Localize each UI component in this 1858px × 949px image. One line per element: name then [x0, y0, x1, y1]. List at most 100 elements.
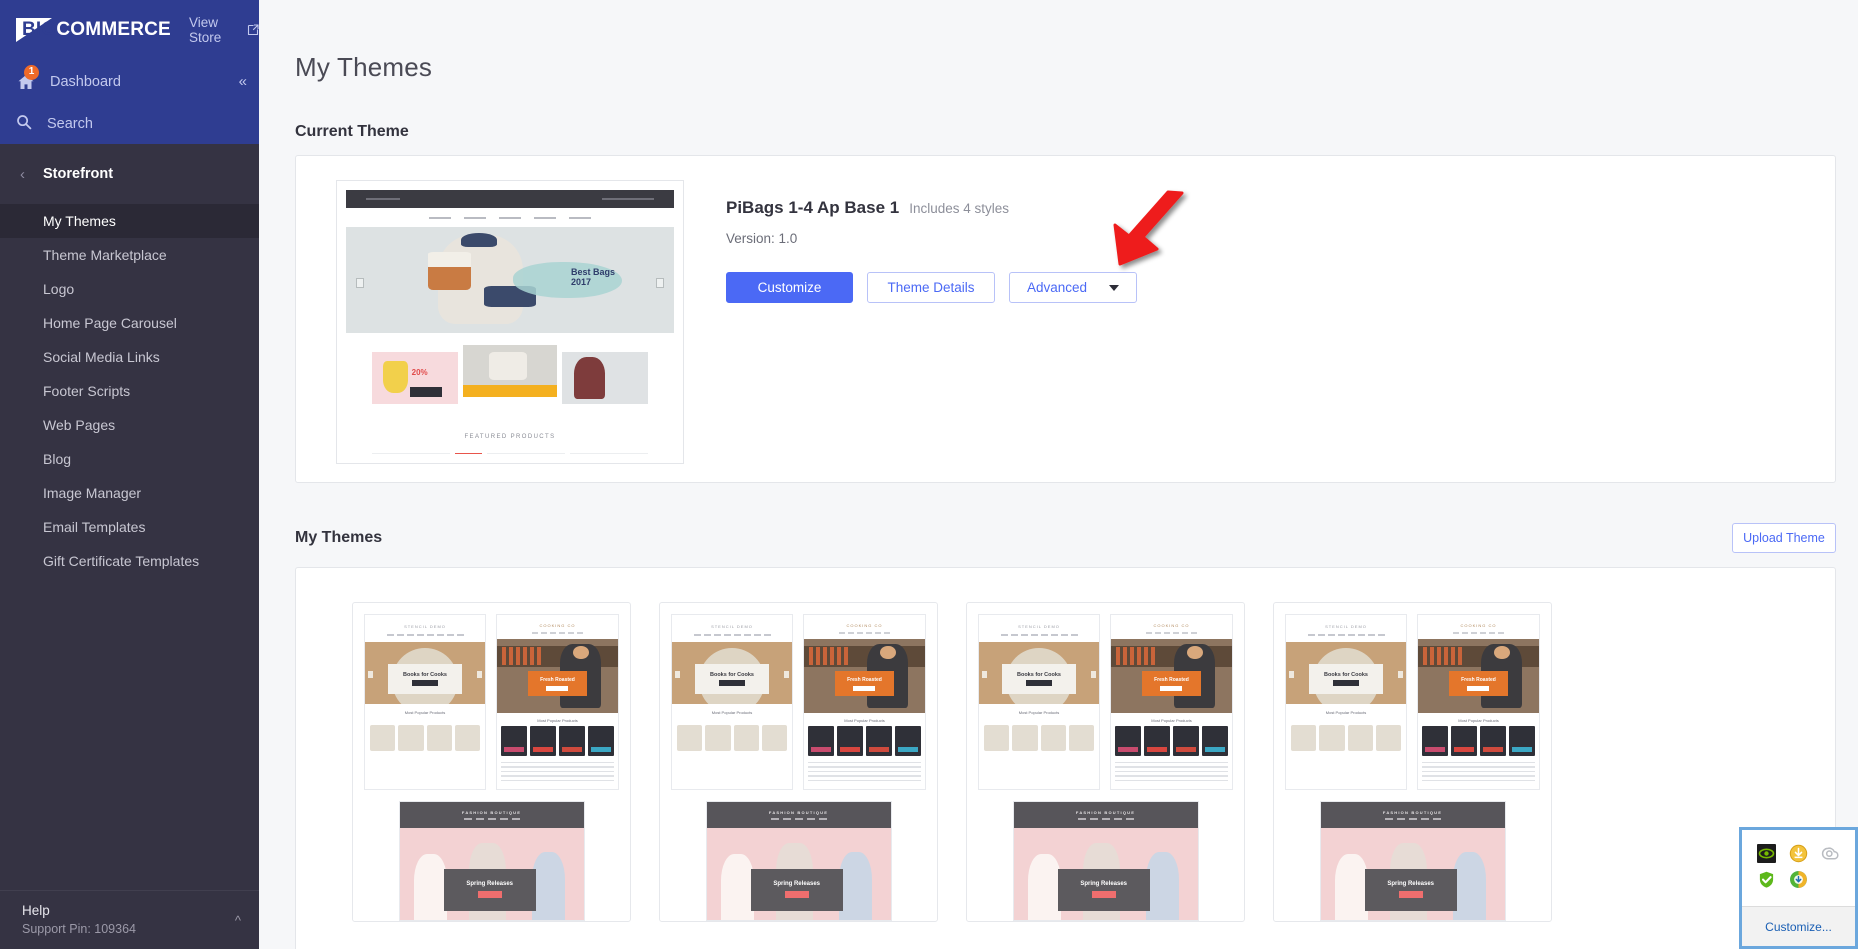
- sidebar-item-footer-scripts[interactable]: Footer Scripts: [0, 374, 259, 408]
- theme-mini-preview-cooks[interactable]: STENCIL DEMO Books for Cooks Most Popular …: [671, 614, 793, 790]
- mini-hero-2: Fresh Roasted: [804, 638, 925, 713]
- storefront-title: Storefront: [43, 166, 114, 182]
- theme-cell[interactable]: STENCIL DEMO Books for Cooks Most Popular …: [659, 602, 938, 922]
- preview-featured-item: [372, 452, 450, 454]
- mini-hero-card: Books for Cooks: [388, 663, 462, 694]
- theme-mini-preview-fashion[interactable]: FASHION BOUTIQUE Spring Releases: [705, 801, 892, 921]
- theme-mini-preview-fashion[interactable]: FASHION BOUTIQUE Spring Releases: [1012, 801, 1199, 921]
- theme-cell[interactable]: STENCIL DEMO Books for Cooks Most Popular …: [1273, 602, 1552, 922]
- notification-badge: 1: [24, 64, 39, 80]
- help-section[interactable]: Help Support Pin: 109364 ^: [0, 890, 259, 949]
- mini-fashion-topbar: FASHION BOUTIQUE: [706, 802, 891, 828]
- theme-mini-preview-fashion[interactable]: FASHION BOUTIQUE Spring Releases: [1319, 801, 1506, 921]
- shield-green-check-icon[interactable]: [1757, 870, 1776, 889]
- theme-mini-preview-cooks[interactable]: STENCIL DEMO Books for Cooks Most Popular …: [364, 614, 486, 790]
- preview-white-bag: [489, 352, 527, 380]
- mini-fashion-hero: Spring Releases: [1013, 828, 1198, 920]
- bigcommerce-logo[interactable]: BIGCOMMERCE: [16, 17, 171, 43]
- mini-product-boxes: [1418, 725, 1539, 756]
- sidebar-item-blog[interactable]: Blog: [0, 442, 259, 476]
- windows-update-icon[interactable]: [1789, 844, 1808, 863]
- mini-hero: Books for Cooks: [365, 641, 485, 704]
- mini-hero: Books for Cooks: [979, 641, 1099, 704]
- theme-mini-preview-coffee[interactable]: COOKING CO Fresh Roasted Most Popular Prod…: [1417, 614, 1540, 790]
- storefront-section-header[interactable]: ‹ Storefront: [0, 144, 259, 204]
- sidebar-item-label: Email Templates: [43, 519, 146, 535]
- sidebar-item-email-templates[interactable]: Email Templates: [0, 510, 259, 544]
- preview-topbar-left: [365, 198, 400, 201]
- mini-hero: Books for Cooks: [672, 641, 792, 704]
- sidebar-item-web-pages[interactable]: Web Pages: [0, 408, 259, 442]
- preview-headline: Best Bags 2017: [571, 267, 615, 288]
- theme-mini-preview-cooks[interactable]: STENCIL DEMO Books for Cooks Most Popular …: [978, 614, 1100, 790]
- sidebar-item-image-manager[interactable]: Image Manager: [0, 476, 259, 510]
- back-chevron-icon[interactable]: ‹: [20, 166, 25, 183]
- upload-theme-button[interactable]: Upload Theme: [1732, 523, 1836, 553]
- nvidia-settings-icon[interactable]: [1757, 843, 1777, 863]
- theme-mini-preview-coffee[interactable]: COOKING CO Fresh Roasted Most Popular Prod…: [496, 614, 619, 790]
- internet-download-manager-icon[interactable]: [1789, 870, 1808, 889]
- theme-details-button[interactable]: Theme Details: [867, 272, 995, 303]
- tray-customize-link[interactable]: Customize...: [1765, 920, 1832, 934]
- mini-prev-icon: [1289, 671, 1294, 679]
- theme-mini-preview-coffee[interactable]: COOKING CO Fresh Roasted Most Popular Prod…: [803, 614, 926, 790]
- theme-mini-preview-fashion[interactable]: FASHION BOUTIQUE Spring Releases: [398, 801, 585, 921]
- sidebar-item-gift-certificate-templates[interactable]: Gift Certificate Templates: [0, 544, 259, 578]
- mini-next-icon: [477, 671, 482, 679]
- mini-subheading-2: Most Popular Products: [537, 717, 578, 723]
- mini-store-title: STENCIL DEMO: [1325, 624, 1367, 629]
- mini-popular-heading: Most Popular Products: [1325, 709, 1367, 715]
- collapse-sidebar-icon[interactable]: «: [239, 73, 247, 90]
- themes-grid: STENCIL DEMO Books for Cooks Most Popular …: [296, 602, 1835, 922]
- chevron-down-icon: [1109, 284, 1120, 291]
- tray-customize-row[interactable]: Customize...: [1742, 906, 1855, 946]
- sidebar-item-social-media-links[interactable]: Social Media Links: [0, 340, 259, 374]
- preview-promo-tiles: 20%: [346, 333, 674, 405]
- mini-product-boxes: [1111, 725, 1232, 756]
- advanced-button[interactable]: Advanced: [1009, 272, 1137, 303]
- mini-banner-text: Books for Cooks: [709, 671, 754, 678]
- view-store-link[interactable]: View Store: [189, 15, 259, 45]
- mini-next-icon: [784, 671, 789, 679]
- mini-fashion-title: FASHION BOUTIQUE: [461, 810, 522, 816]
- customize-button[interactable]: Customize: [726, 272, 853, 303]
- mini-banner-text-2: Fresh Roasted: [847, 676, 882, 683]
- preview-headline-line1: Best Bags: [570, 267, 615, 278]
- mini-product-boxes: [497, 725, 618, 756]
- search-row[interactable]: Search: [0, 104, 259, 144]
- sidebar-item-logo[interactable]: Logo: [0, 272, 259, 306]
- sidebar-item-label: My Themes: [43, 213, 116, 229]
- preview-carousel-next-icon: [656, 277, 665, 288]
- sidebar-item-home-page-carousel[interactable]: Home Page Carousel: [0, 306, 259, 340]
- support-pin: Support Pin: 109364: [22, 922, 136, 936]
- mini-hero-card: Books for Cooks: [1002, 663, 1076, 694]
- preview-tile-new: [562, 352, 648, 405]
- mini-store-title-2: COOKING CO: [1460, 623, 1497, 628]
- preview-carousel-prev-icon: [355, 277, 364, 288]
- mini-prev-icon: [675, 671, 680, 679]
- adobe-creative-cloud-icon[interactable]: [1821, 844, 1840, 863]
- preview-yellow-bag: [382, 360, 409, 393]
- mini-fashion-banner: Spring Releases: [1057, 868, 1150, 911]
- current-theme-thumbnail[interactable]: Best Bags 2017 20% FEATURED PRODUCTS: [336, 180, 684, 464]
- theme-cell[interactable]: STENCIL DEMO Books for Cooks Most Popular …: [966, 602, 1245, 922]
- theme-cell-previews: STENCIL DEMO Books for Cooks Most Popular …: [978, 614, 1233, 790]
- mini-nav: [672, 634, 792, 642]
- theme-mini-preview-coffee[interactable]: COOKING CO Fresh Roasted Most Popular Prod…: [1110, 614, 1233, 790]
- mini-banner-text-2: Fresh Roasted: [1461, 676, 1496, 683]
- theme-version: Version: 1.0: [726, 231, 798, 246]
- chevron-up-icon[interactable]: ^: [235, 913, 241, 928]
- mini-footer-lines: [1418, 756, 1539, 781]
- theme-cell[interactable]: STENCIL DEMO Books for Cooks Most Popular …: [352, 602, 631, 922]
- theme-mini-preview-cooks[interactable]: STENCIL DEMO Books for Cooks Most Popular …: [1285, 614, 1407, 790]
- mini-products-row2: [365, 719, 485, 751]
- preview-featured-heading: FEATURED PRODUCTS: [464, 433, 556, 440]
- mini-footer-lines: [497, 756, 618, 781]
- theme-action-buttons: Customize Theme Details Advanced: [726, 272, 1137, 303]
- sidebar-item-label: Theme Marketplace: [43, 247, 167, 263]
- sidebar-item-my-themes[interactable]: My Themes: [0, 204, 259, 238]
- mini-subheading-2: Most Popular Products: [844, 717, 885, 723]
- system-tray-popup[interactable]: Customize...: [1739, 827, 1858, 949]
- sidebar-item-theme-marketplace[interactable]: Theme Marketplace: [0, 238, 259, 272]
- dashboard-row[interactable]: 1 Dashboard «: [0, 59, 259, 104]
